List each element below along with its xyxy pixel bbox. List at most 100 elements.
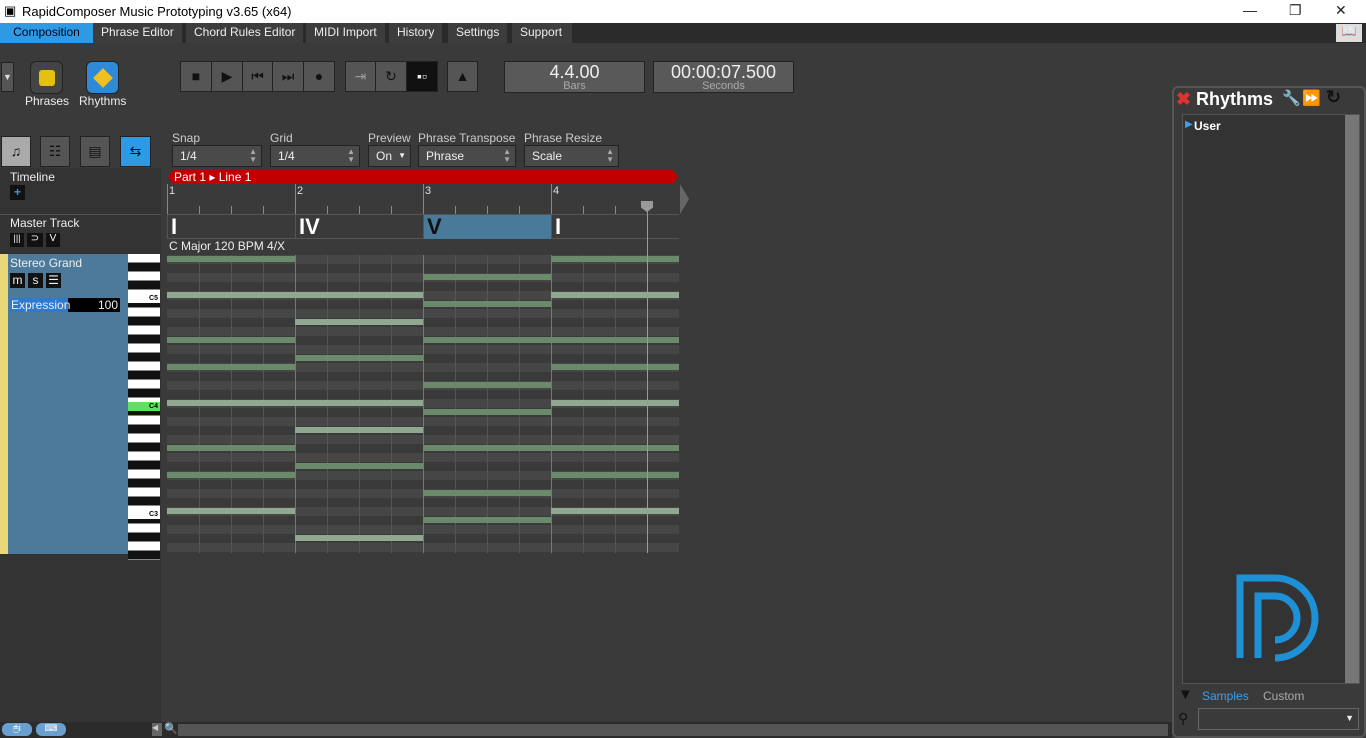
note[interactable]: [423, 490, 551, 496]
piano-key[interactable]: [128, 443, 160, 452]
tab-chord-rules-editor[interactable]: Chord Rules Editor: [186, 23, 304, 43]
transpose-spinner[interactable]: Phrase ▲ ▼: [418, 145, 516, 167]
note[interactable]: [423, 517, 551, 523]
piano-key[interactable]: [128, 389, 160, 398]
piano-key[interactable]: [128, 461, 160, 470]
rhythms-label[interactable]: Rhythms: [79, 94, 126, 108]
play-button[interactable]: ▶: [211, 61, 243, 92]
chord-2[interactable]: V: [423, 215, 551, 239]
chord-3[interactable]: I: [551, 215, 679, 239]
phrases-label[interactable]: Phrases: [25, 94, 69, 108]
piano-key-c4[interactable]: C4: [128, 402, 160, 411]
note[interactable]: [551, 337, 679, 343]
fast-forward-icon[interactable]: ⏩: [1302, 89, 1321, 107]
search-input[interactable]: ▼: [1198, 708, 1359, 730]
note[interactable]: [167, 400, 295, 406]
note[interactable]: [295, 400, 423, 406]
piano-key[interactable]: [128, 533, 160, 542]
piano-key[interactable]: [128, 308, 160, 317]
piano-key[interactable]: [128, 542, 160, 551]
note[interactable]: [295, 535, 423, 541]
note[interactable]: [167, 256, 295, 262]
note[interactable]: [167, 364, 295, 370]
playhead[interactable]: [647, 203, 648, 553]
piano-key[interactable]: [128, 272, 160, 281]
piano-key[interactable]: [128, 263, 160, 272]
keyboard-status-icon[interactable]: ⌨: [36, 723, 66, 736]
note[interactable]: [295, 292, 423, 298]
tab-samples[interactable]: Samples: [1202, 689, 1249, 703]
piano-key[interactable]: [128, 434, 160, 443]
voicing-button[interactable]: V: [46, 233, 60, 247]
rhythms-icon[interactable]: [86, 61, 119, 94]
part-bar[interactable]: Part 1 ▸ Line 1: [168, 170, 678, 184]
piano-key[interactable]: [128, 281, 160, 290]
note[interactable]: [423, 409, 551, 415]
piano-key[interactable]: [128, 362, 160, 371]
layers-icon[interactable]: ▤: [80, 136, 110, 167]
piano-key[interactable]: [128, 551, 160, 560]
note[interactable]: [423, 382, 551, 388]
loop-icon[interactable]: ↻: [375, 61, 407, 92]
chord-0[interactable]: I: [167, 215, 295, 239]
zoom-icon[interactable]: 🔍: [164, 722, 178, 735]
filter-icon[interactable]: ▼: [1178, 686, 1193, 703]
piano-roll-grid[interactable]: [167, 255, 679, 553]
add-timeline-button[interactable]: +: [10, 185, 25, 200]
piano-key-c5[interactable]: C5: [128, 294, 160, 303]
piano-key[interactable]: [128, 335, 160, 344]
loop-track-icon[interactable]: ⊃: [27, 233, 43, 247]
note[interactable]: [551, 292, 679, 298]
stop-button[interactable]: ■: [180, 61, 212, 92]
tab-settings[interactable]: Settings: [448, 23, 508, 43]
piano-key[interactable]: [128, 497, 160, 506]
note[interactable]: [295, 355, 423, 361]
note[interactable]: [423, 274, 551, 280]
note-view-icon[interactable]: ♫: [1, 136, 31, 167]
piano-key[interactable]: [128, 317, 160, 326]
piano-key[interactable]: [128, 524, 160, 533]
refresh-icon[interactable]: ↻: [1326, 87, 1341, 108]
piano-key[interactable]: [128, 479, 160, 488]
note[interactable]: [167, 445, 295, 451]
arrange-icon[interactable]: ⇆: [120, 136, 151, 167]
note[interactable]: [167, 292, 295, 298]
note[interactable]: [295, 463, 423, 469]
tab-midi-import[interactable]: MIDI Import: [306, 23, 385, 43]
expand-icon[interactable]: ▶: [1185, 119, 1193, 130]
tab-support[interactable]: Support: [512, 23, 572, 43]
keyboard-icon[interactable]: |||: [10, 233, 24, 247]
close-panel-icon[interactable]: ✖: [1176, 89, 1191, 110]
note[interactable]: [551, 508, 679, 514]
rhythm-tree[interactable]: ▶ User: [1182, 114, 1360, 684]
snap-spinner[interactable]: 1/4 ▲ ▼: [172, 145, 262, 167]
forward-button[interactable]: ⏭: [272, 61, 304, 92]
note[interactable]: [551, 445, 679, 451]
dropdown-button[interactable]: ▼: [1, 62, 14, 92]
tab-custom[interactable]: Custom: [1263, 689, 1304, 703]
timeline-end-marker[interactable]: [680, 184, 689, 214]
chord-1[interactable]: IV: [295, 215, 423, 239]
phrases-icon[interactable]: [30, 61, 63, 94]
piano-key[interactable]: [128, 470, 160, 479]
tree-item-user[interactable]: User: [1194, 119, 1221, 133]
piano-key[interactable]: [128, 254, 160, 263]
note[interactable]: [423, 445, 551, 451]
tree-view-icon[interactable]: ☷: [40, 136, 70, 167]
piano-key[interactable]: [128, 326, 160, 335]
note[interactable]: [167, 337, 295, 343]
wrench-icon[interactable]: 🔧: [1282, 89, 1301, 107]
note[interactable]: [167, 508, 295, 514]
piano-key[interactable]: [128, 416, 160, 425]
tab-composition[interactable]: Composition: [0, 23, 93, 43]
piano-key-c3[interactable]: C3: [128, 510, 160, 519]
close-button[interactable]: ✕: [1335, 2, 1347, 19]
follow-icon[interactable]: ⇥: [345, 61, 376, 92]
note[interactable]: [295, 427, 423, 433]
resize-spinner[interactable]: Scale ▲ ▼: [524, 145, 619, 167]
piano-key[interactable]: [128, 371, 160, 380]
help-book-icon[interactable]: 📖: [1336, 24, 1362, 42]
note[interactable]: [423, 301, 551, 307]
minimize-button[interactable]: —: [1243, 2, 1257, 18]
ruler[interactable]: 1 2 3 4: [167, 184, 679, 215]
